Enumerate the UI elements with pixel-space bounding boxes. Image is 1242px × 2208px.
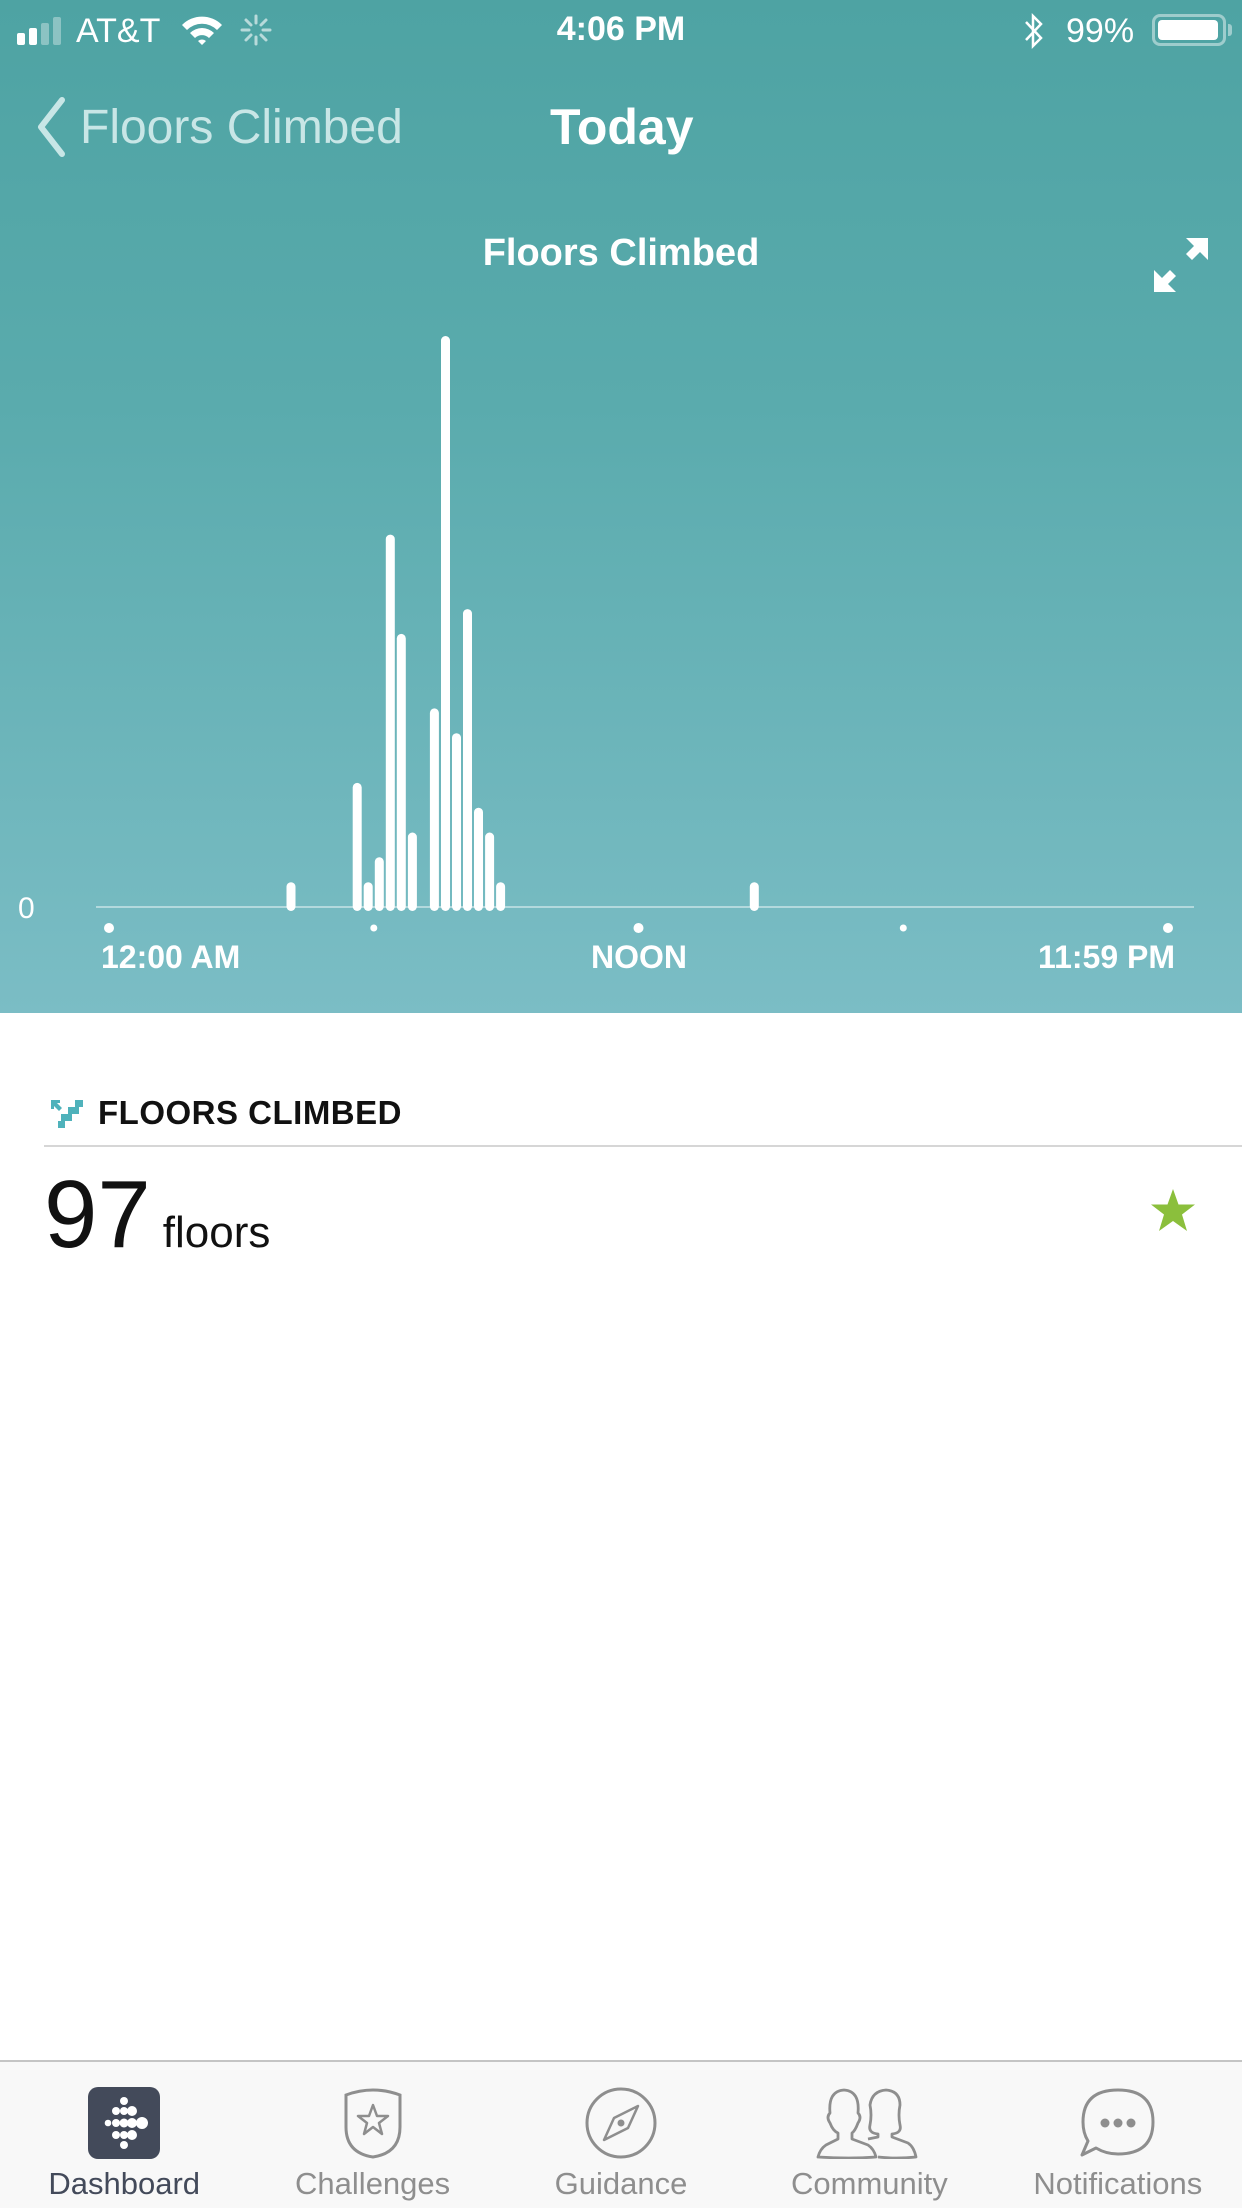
chart-bar	[352, 782, 362, 911]
chart-bar	[441, 336, 450, 911]
battery-percent: 99%	[1066, 12, 1135, 50]
floors-total: 97 floors	[44, 1160, 270, 1270]
tab-notifications[interactable]: Notifications	[994, 2062, 1242, 2208]
goal-met-star-icon	[1151, 1189, 1195, 1231]
x-tick-major	[1163, 923, 1173, 933]
compass-icon	[585, 2087, 657, 2159]
chart-bar	[485, 832, 495, 911]
chart-bar	[374, 857, 384, 911]
x-tick-label-end: 11:59 PM	[1038, 939, 1175, 975]
tab-label: Dashboard	[48, 2166, 201, 2201]
floors-value: 97	[44, 1161, 151, 1268]
chat-bubble-icon	[1080, 2088, 1155, 2157]
tab-guidance[interactable]: Guidance	[497, 2062, 745, 2208]
x-tick-minor	[370, 924, 378, 932]
tab-dashboard[interactable]: Dashboard	[0, 2062, 248, 2208]
tab-label: Guidance	[554, 2166, 688, 2201]
status-time: 4:06 PM	[556, 10, 686, 48]
y-tick-label: 0	[18, 892, 35, 925]
chart-bar	[286, 882, 296, 911]
chart-bar	[396, 633, 406, 911]
tab-challenges[interactable]: Challenges	[248, 2062, 496, 2208]
x-tick-label-start: 12:00 AM	[101, 939, 240, 975]
challenges-badge-icon	[344, 2088, 402, 2159]
summary-title: FLOORS CLIMBED	[98, 1094, 402, 1131]
summary-header: FLOORS CLIMBED	[48, 1094, 402, 1132]
chart-bar	[363, 882, 373, 911]
x-tick-minor	[899, 924, 907, 932]
bluetooth-icon	[1025, 12, 1043, 50]
x-tick-label-noon: NOON	[591, 939, 687, 975]
expand-fullscreen-icon[interactable]	[1152, 236, 1210, 294]
page-title: Today	[550, 99, 694, 155]
floors-unit: floors	[162, 1208, 271, 1257]
tab-label: Notifications	[1033, 2166, 1203, 2201]
battery-icon	[1152, 14, 1226, 46]
header-background: AT&T 4:06 PM 99% Floors Climbed Today Fl…	[0, 0, 1242, 1013]
floors-stairs-icon	[51, 1100, 83, 1128]
chart-bar	[452, 733, 461, 911]
x-tick-major	[104, 923, 114, 933]
people-icon	[817, 2088, 918, 2159]
chart-bar	[463, 609, 472, 911]
chevron-left-icon	[38, 97, 65, 157]
chart-title: Floors Climbed	[482, 232, 760, 274]
tab-label: Community	[791, 2166, 948, 2201]
status-bar: AT&T 4:06 PM 99%	[0, 0, 1242, 60]
chart-bar	[385, 534, 395, 911]
tab-label: Challenges	[295, 2166, 451, 2201]
summary-divider	[44, 1145, 1242, 1147]
tab-community[interactable]: Community	[745, 2062, 993, 2208]
x-tick-major	[633, 923, 644, 933]
back-button[interactable]: Floors Climbed	[36, 96, 403, 158]
chart-bar	[749, 882, 759, 911]
back-button-label: Floors Climbed	[80, 100, 403, 154]
tab-bar: Dashboard Challenges Guidance Community …	[0, 2060, 1242, 2208]
battery-tip	[1228, 24, 1232, 36]
fitbit-logo-icon	[88, 2087, 161, 2159]
chart-bar	[496, 882, 506, 911]
floors-chart: 0 12:00 AM NOON 11:59 PM	[18, 336, 1194, 975]
chart-bar	[429, 708, 439, 911]
chart-bar	[474, 807, 483, 911]
chart-bar	[407, 832, 417, 911]
